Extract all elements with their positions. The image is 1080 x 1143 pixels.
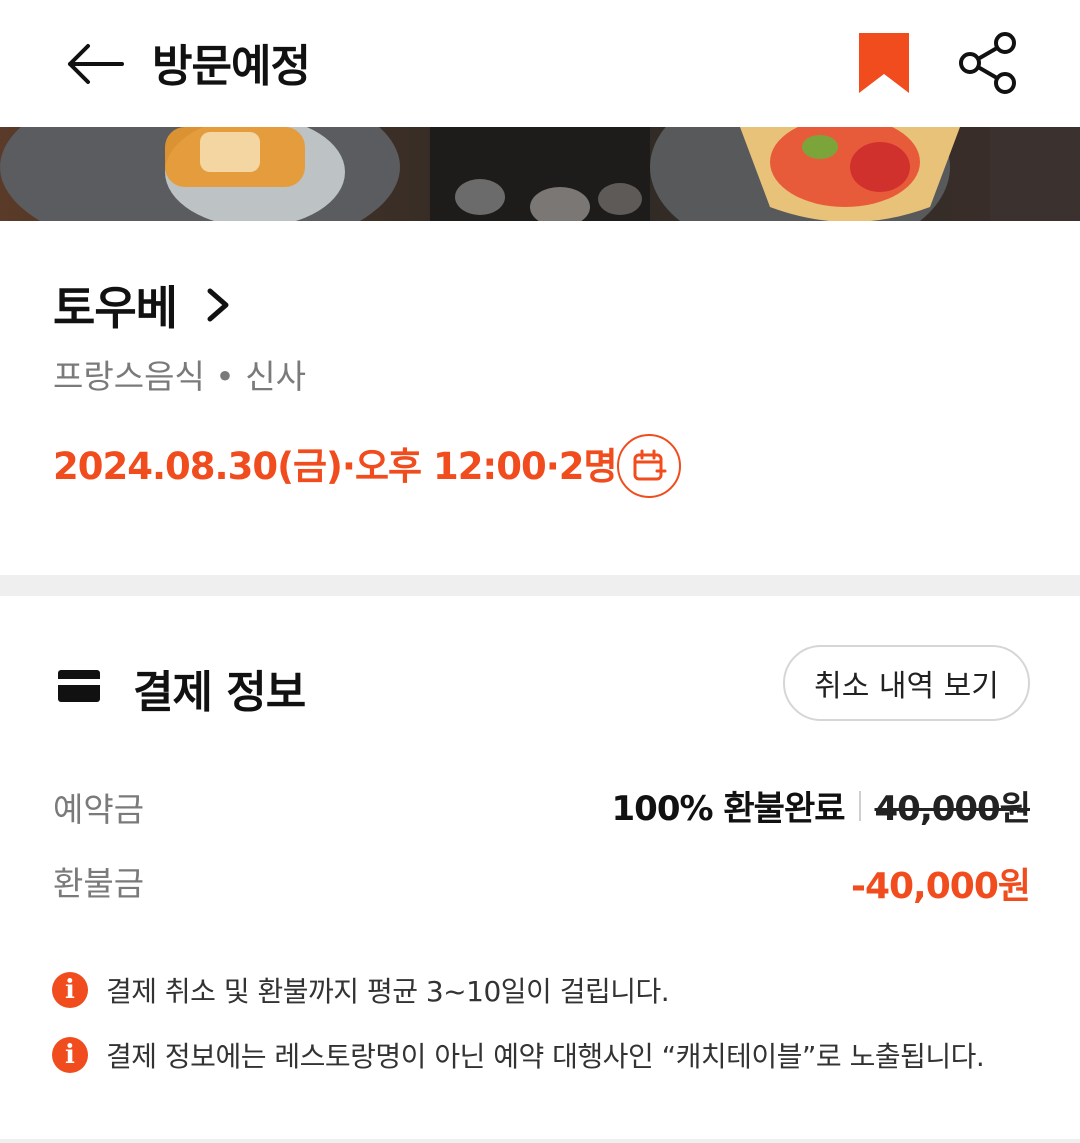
app-header: 방문예정 [0, 0, 1080, 127]
notice-text: 결제 취소 및 환불까지 평균 3~10일이 걸립니다. [106, 975, 670, 1008]
restaurant-photo [0, 127, 1080, 221]
info-icon: i [52, 1037, 88, 1073]
page-title: 방문예정 [152, 41, 311, 92]
bookmark-button[interactable] [856, 30, 912, 96]
deposit-label: 예약금 [53, 790, 145, 829]
original-deposit-amount: 40,000원 [874, 789, 1031, 829]
payment-section-title: 결제 정보 [133, 667, 306, 718]
reservation-datetime: 2024.08.30(금)·오후 12:00·2명 [53, 445, 618, 488]
refund-status-text: 100% 환불완료 [611, 789, 846, 829]
share-button[interactable] [955, 30, 1021, 96]
arrow-left-icon [68, 44, 124, 84]
restaurant-name: 토우베 [53, 281, 178, 335]
calendar-add-icon [633, 449, 667, 481]
refund-amount: -40,000원 [851, 866, 1031, 907]
refund-label: 환불금 [53, 864, 145, 903]
deposit-value: 100% 환불완료 40,000원 [611, 781, 1031, 830]
notice-text: 결제 정보에는 레스토랑명이 아닌 예약 대행사인 “캐치테이블”로 노출됩니다… [106, 1040, 985, 1073]
reservation-detail-page: 방문예정 토우베 프랑스음식 • 신사 2024.08.30(금)·오후 12:… [0, 0, 1080, 1143]
chevron-right-icon [207, 288, 229, 322]
restaurant-link[interactable]: 토우베 [53, 272, 231, 338]
notice-item: i 결제 정보에는 레스토랑명이 아닌 예약 대행사인 “캐치테이블”로 노출됩… [52, 1035, 985, 1075]
restaurant-category-location: 프랑스음식 • 신사 [53, 357, 306, 396]
bookmark-icon [859, 33, 909, 93]
notice-item: i 결제 취소 및 환불까지 평균 3~10일이 걸립니다. [52, 970, 670, 1010]
view-cancellation-history-button[interactable]: 취소 내역 보기 [783, 645, 1030, 721]
info-icon: i [52, 972, 88, 1008]
credit-card-icon [58, 670, 100, 702]
back-button[interactable] [62, 38, 128, 90]
value-separator [858, 790, 861, 821]
bottom-divider [0, 1139, 1080, 1143]
add-to-calendar-button[interactable] [617, 434, 681, 498]
share-icon [959, 32, 1016, 94]
reservation-summary: 2024.08.30(금)·오후 12:00·2명 [53, 436, 618, 490]
section-divider [0, 575, 1080, 596]
